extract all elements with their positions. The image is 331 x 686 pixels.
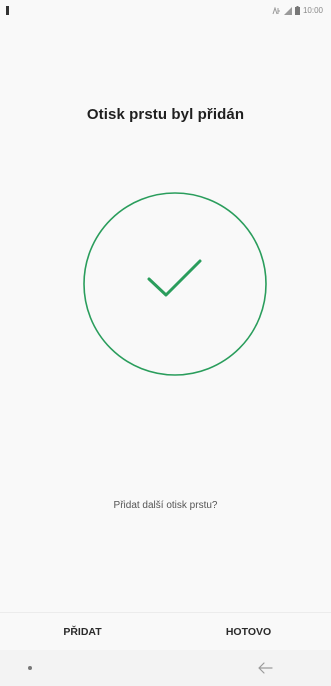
status-corner-mark [6,6,9,15]
add-another-prompt: Přidat další otisk prstu? [113,500,218,511]
network-type-icon [272,6,280,14]
fingerprint-added-screen: 10:00 Otisk prstu byl přidán Přidat dalš… [0,0,331,686]
action-bar: PŘIDAT HOTOVO [0,612,331,651]
checkmark-icon [147,259,202,297]
battery-icon [294,6,300,15]
navigation-bar [0,650,331,686]
status-time: 10:00 [302,6,323,15]
back-arrow-icon[interactable] [256,660,274,676]
status-bar: 10:00 [0,0,331,22]
recent-apps-dot-icon[interactable] [28,666,32,670]
check-circle-icon [83,192,267,376]
add-button[interactable]: PŘIDAT [0,613,165,651]
done-button[interactable]: HOTOVO [166,613,331,651]
signal-icon [283,6,292,15]
page-title: Otisk prstu byl přidán [86,106,245,123]
status-icons: 10:00 [272,6,323,15]
